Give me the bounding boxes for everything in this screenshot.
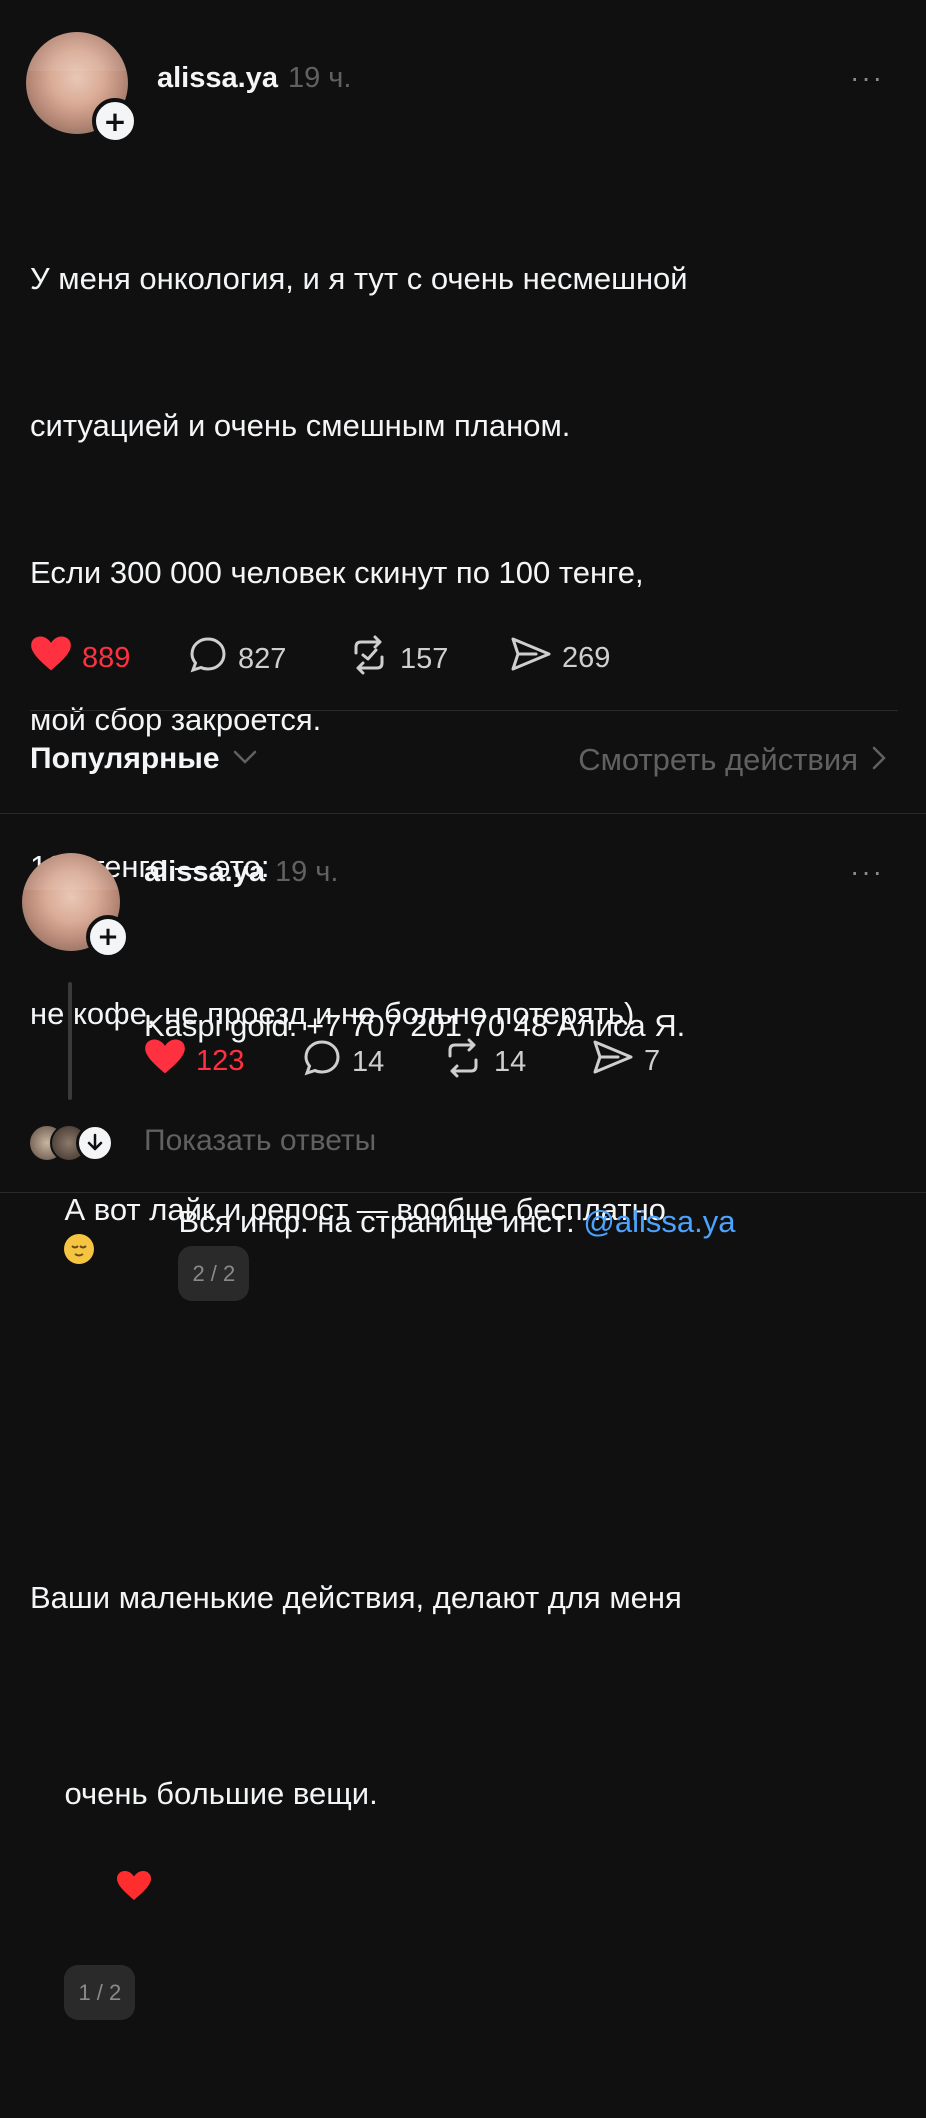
post-line: ситуацией и очень смешным планом. xyxy=(30,408,571,443)
page-indicator: 1 / 2 xyxy=(64,1965,136,2020)
arrow-down-icon[interactable] xyxy=(76,1124,114,1162)
reply-time: 19 ч. xyxy=(274,856,339,888)
repost-button[interactable]: 157 xyxy=(348,635,448,683)
view-activity-link[interactable]: Смотреть действия xyxy=(578,742,886,778)
post-line: У меня онкология, и я тут с очень несмеш… xyxy=(30,261,688,296)
divider xyxy=(30,710,898,711)
section-divider xyxy=(0,813,926,814)
follow-plus-button[interactable]: + xyxy=(92,98,138,144)
comment-button[interactable]: 827 xyxy=(188,635,286,683)
like-button[interactable]: 889 xyxy=(30,635,130,681)
reply-share-button[interactable]: 7 xyxy=(592,1038,660,1084)
reply-share-count: 7 xyxy=(644,1044,661,1077)
reply-page-indicator: 2 / 2 xyxy=(178,1246,250,1301)
repost-count: 157 xyxy=(400,642,449,675)
repost-check-icon xyxy=(348,635,390,683)
post-line: Ваши маленькие действия, делают для меня xyxy=(30,1580,682,1615)
post-line: Если 300 000 человек скинут по 100 тенге… xyxy=(30,555,644,590)
reply-line-prefix: Вся инф. на странице инст: xyxy=(178,1204,584,1239)
reply-line-2: Вся инф. на странице инст: @alissa.ya 2 … xyxy=(144,1148,904,1350)
repost-icon xyxy=(442,1038,484,1086)
post-time: 19 ч. xyxy=(287,62,352,94)
share-button[interactable]: 269 xyxy=(510,635,610,681)
red-heart-emoji-icon xyxy=(64,1818,152,1965)
reply-repost-button[interactable]: 14 xyxy=(442,1038,526,1086)
thread-line xyxy=(68,982,72,1100)
comment-bubble-icon xyxy=(188,635,228,683)
reply-repost-count: 14 xyxy=(494,1045,527,1078)
reply-comment-count: 14 xyxy=(352,1045,385,1078)
share-count: 269 xyxy=(562,641,611,674)
send-paper-plane-icon xyxy=(510,635,552,681)
sort-dropdown[interactable]: Популярные xyxy=(30,742,258,776)
reply-follow-plus-button[interactable]: + xyxy=(86,915,130,959)
comment-bubble-icon xyxy=(302,1038,342,1086)
reply-more-options-icon[interactable]: ··· xyxy=(850,856,884,888)
mention-link[interactable]: @alissa.ya xyxy=(583,1204,735,1239)
post-line: мой сбор закроется. xyxy=(30,702,322,737)
post-username[interactable]: alissa.ya xyxy=(157,62,278,95)
heart-filled-icon xyxy=(30,635,72,681)
reply-username[interactable]: alissa.ya xyxy=(144,856,265,889)
heart-filled-icon xyxy=(144,1038,186,1084)
bottom-divider xyxy=(0,1192,926,1193)
sort-label: Популярные xyxy=(30,742,220,775)
chevron-down-icon xyxy=(232,749,258,770)
send-paper-plane-icon xyxy=(592,1038,634,1084)
reply-comment-button[interactable]: 14 xyxy=(302,1038,384,1086)
post-line: очень большие вещи. xyxy=(64,1776,378,1811)
comment-count: 827 xyxy=(238,642,287,675)
view-activity-label: Смотреть действия xyxy=(578,742,858,777)
show-replies-link[interactable]: Показать ответы xyxy=(144,1124,376,1158)
chevron-right-icon xyxy=(872,746,886,775)
post-last-line: очень большие вещи. 1 / 2 xyxy=(30,1720,910,2069)
reply-like-button[interactable]: 123 xyxy=(144,1038,244,1084)
reply-like-count: 123 xyxy=(196,1044,245,1077)
more-options-icon[interactable]: ··· xyxy=(850,62,884,94)
like-count: 889 xyxy=(82,641,131,674)
relieved-face-emoji-icon xyxy=(64,1234,95,1264)
